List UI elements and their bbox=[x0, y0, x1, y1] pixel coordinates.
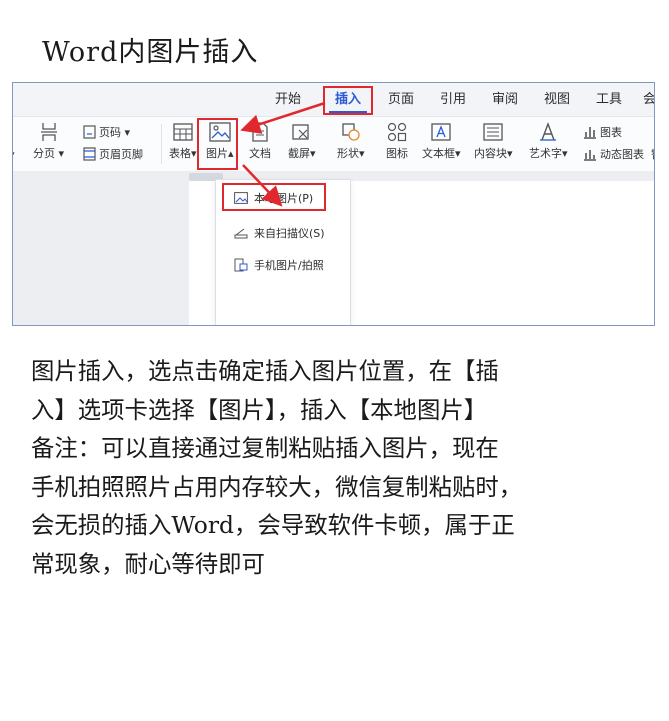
picture-dropdown-menu: 本地图片(P) 来自扫描仪(S) 手机图片/拍照 bbox=[215, 179, 351, 325]
scanner-icon bbox=[234, 228, 248, 239]
instruction-line: 常现象，耐心等待即可 bbox=[31, 549, 265, 578]
table-label: 表格▾ bbox=[169, 147, 197, 160]
page-number-label: 页码 ▾ bbox=[99, 126, 131, 139]
instruction-text: 图片插入，选点击确定插入图片位置，在【插 入】选项卡选择【图片】，插入【本地图片… bbox=[31, 352, 641, 584]
tab-member[interactable]: 会员 bbox=[643, 83, 654, 117]
picture-button-highlight bbox=[197, 118, 238, 170]
chevron-down-icon: ▾ bbox=[13, 148, 15, 161]
menu-item-label: 来自扫描仪(S) bbox=[254, 227, 325, 240]
header-footer-icon bbox=[83, 147, 96, 161]
tab-tools[interactable]: 工具 bbox=[596, 83, 622, 117]
menu-item-scanner[interactable]: 来自扫描仪(S) bbox=[216, 221, 350, 245]
table-button[interactable]: 表格▾ bbox=[169, 122, 197, 161]
tab-view[interactable]: 视图 bbox=[544, 83, 570, 117]
document-label: 文档 bbox=[249, 147, 271, 160]
page-break-icon bbox=[40, 123, 57, 141]
menu-item-phone-photo[interactable]: 手机图片/拍照 bbox=[216, 253, 350, 277]
insert-ribbon: ▾ 分页 ▾ 页码 ▾ 页眉页脚 bbox=[13, 118, 654, 170]
header-footer-label: 页眉页脚 bbox=[99, 148, 143, 161]
instruction-line: 图片插入，选点击确定插入图片位置，在【插 bbox=[31, 357, 499, 385]
ribbon-more-label: 智 bbox=[651, 146, 654, 162]
chart-label: 图表 bbox=[600, 126, 622, 139]
instruction-line: 备注：可以直接通过复制粘贴插入图片，现在 bbox=[31, 434, 499, 463]
dynamic-chart-button[interactable]: 动态图表 bbox=[583, 146, 644, 162]
table-icon bbox=[173, 123, 193, 141]
word-screenshot: 开始 插入 页面 引用 审阅 视图 工具 会员 ▾ 分页 ▾ 页 bbox=[12, 82, 655, 326]
art-text-button[interactable]: 艺术字▾ bbox=[529, 122, 568, 161]
instruction-line: 会无损的插入Word，会导致软件卡顿，属于正 bbox=[31, 511, 515, 540]
document-icon bbox=[252, 122, 268, 142]
bar-chart-icon bbox=[584, 127, 596, 139]
insert-tab-highlight bbox=[323, 86, 373, 115]
instruction-line: 手机拍照照片占用内存较大，微信复制粘贴时， bbox=[31, 472, 523, 501]
instruction-line: 入】选项卡选择【图片】，插入【本地图片】 bbox=[31, 395, 488, 424]
menu-item-label: 手机图片/拍照 bbox=[254, 259, 324, 272]
tab-references[interactable]: 引用 bbox=[440, 83, 466, 117]
tab-home[interactable]: 开始 bbox=[275, 83, 301, 117]
tab-review[interactable]: 审阅 bbox=[492, 83, 518, 117]
scissors-icon bbox=[292, 124, 309, 140]
textbox-button[interactable]: 文本框▾ bbox=[422, 122, 461, 161]
screenshot-button[interactable]: 截屏▾ bbox=[288, 122, 316, 161]
art-text-label: 艺术字▾ bbox=[529, 147, 568, 160]
icons-grid-icon bbox=[387, 122, 407, 142]
textbox-label: 文本框▾ bbox=[422, 147, 461, 160]
document-button[interactable]: 文档 bbox=[249, 122, 271, 161]
chart-button[interactable]: 图表 bbox=[583, 124, 622, 140]
icon-button[interactable]: 图标 bbox=[386, 122, 408, 161]
ribbon-overflow-left[interactable]: ▾ bbox=[13, 148, 15, 161]
dynamic-chart-label: 动态图表 bbox=[600, 148, 644, 161]
dynamic-chart-icon bbox=[584, 150, 596, 161]
shape-label: 形状▾ bbox=[337, 147, 365, 160]
content-block-label: 内容块▾ bbox=[474, 147, 513, 160]
ribbon-separator bbox=[161, 124, 162, 164]
shape-icon bbox=[342, 123, 360, 141]
local-picture-highlight bbox=[222, 183, 326, 211]
page-number-icon bbox=[83, 125, 96, 139]
phone-photo-icon bbox=[234, 258, 248, 272]
ribbon-more-button[interactable]: 智 bbox=[651, 146, 654, 162]
content-block-icon bbox=[483, 123, 503, 141]
tab-page[interactable]: 页面 bbox=[388, 83, 414, 117]
page-break-label: 分页 ▾ bbox=[33, 147, 65, 160]
textbox-icon bbox=[431, 123, 451, 141]
icon-label: 图标 bbox=[386, 147, 408, 160]
header-footer-button[interactable]: 页眉页脚 bbox=[83, 146, 143, 162]
content-block-button[interactable]: 内容块▾ bbox=[474, 122, 513, 161]
page-break-button[interactable]: 分页 ▾ bbox=[33, 122, 64, 161]
art-text-icon bbox=[540, 122, 557, 141]
shape-button[interactable]: 形状▾ bbox=[337, 122, 365, 161]
screenshot-label: 截屏▾ bbox=[288, 147, 316, 160]
page-number-button[interactable]: 页码 ▾ bbox=[83, 124, 130, 140]
page-heading: Word内图片插入 bbox=[42, 37, 259, 68]
